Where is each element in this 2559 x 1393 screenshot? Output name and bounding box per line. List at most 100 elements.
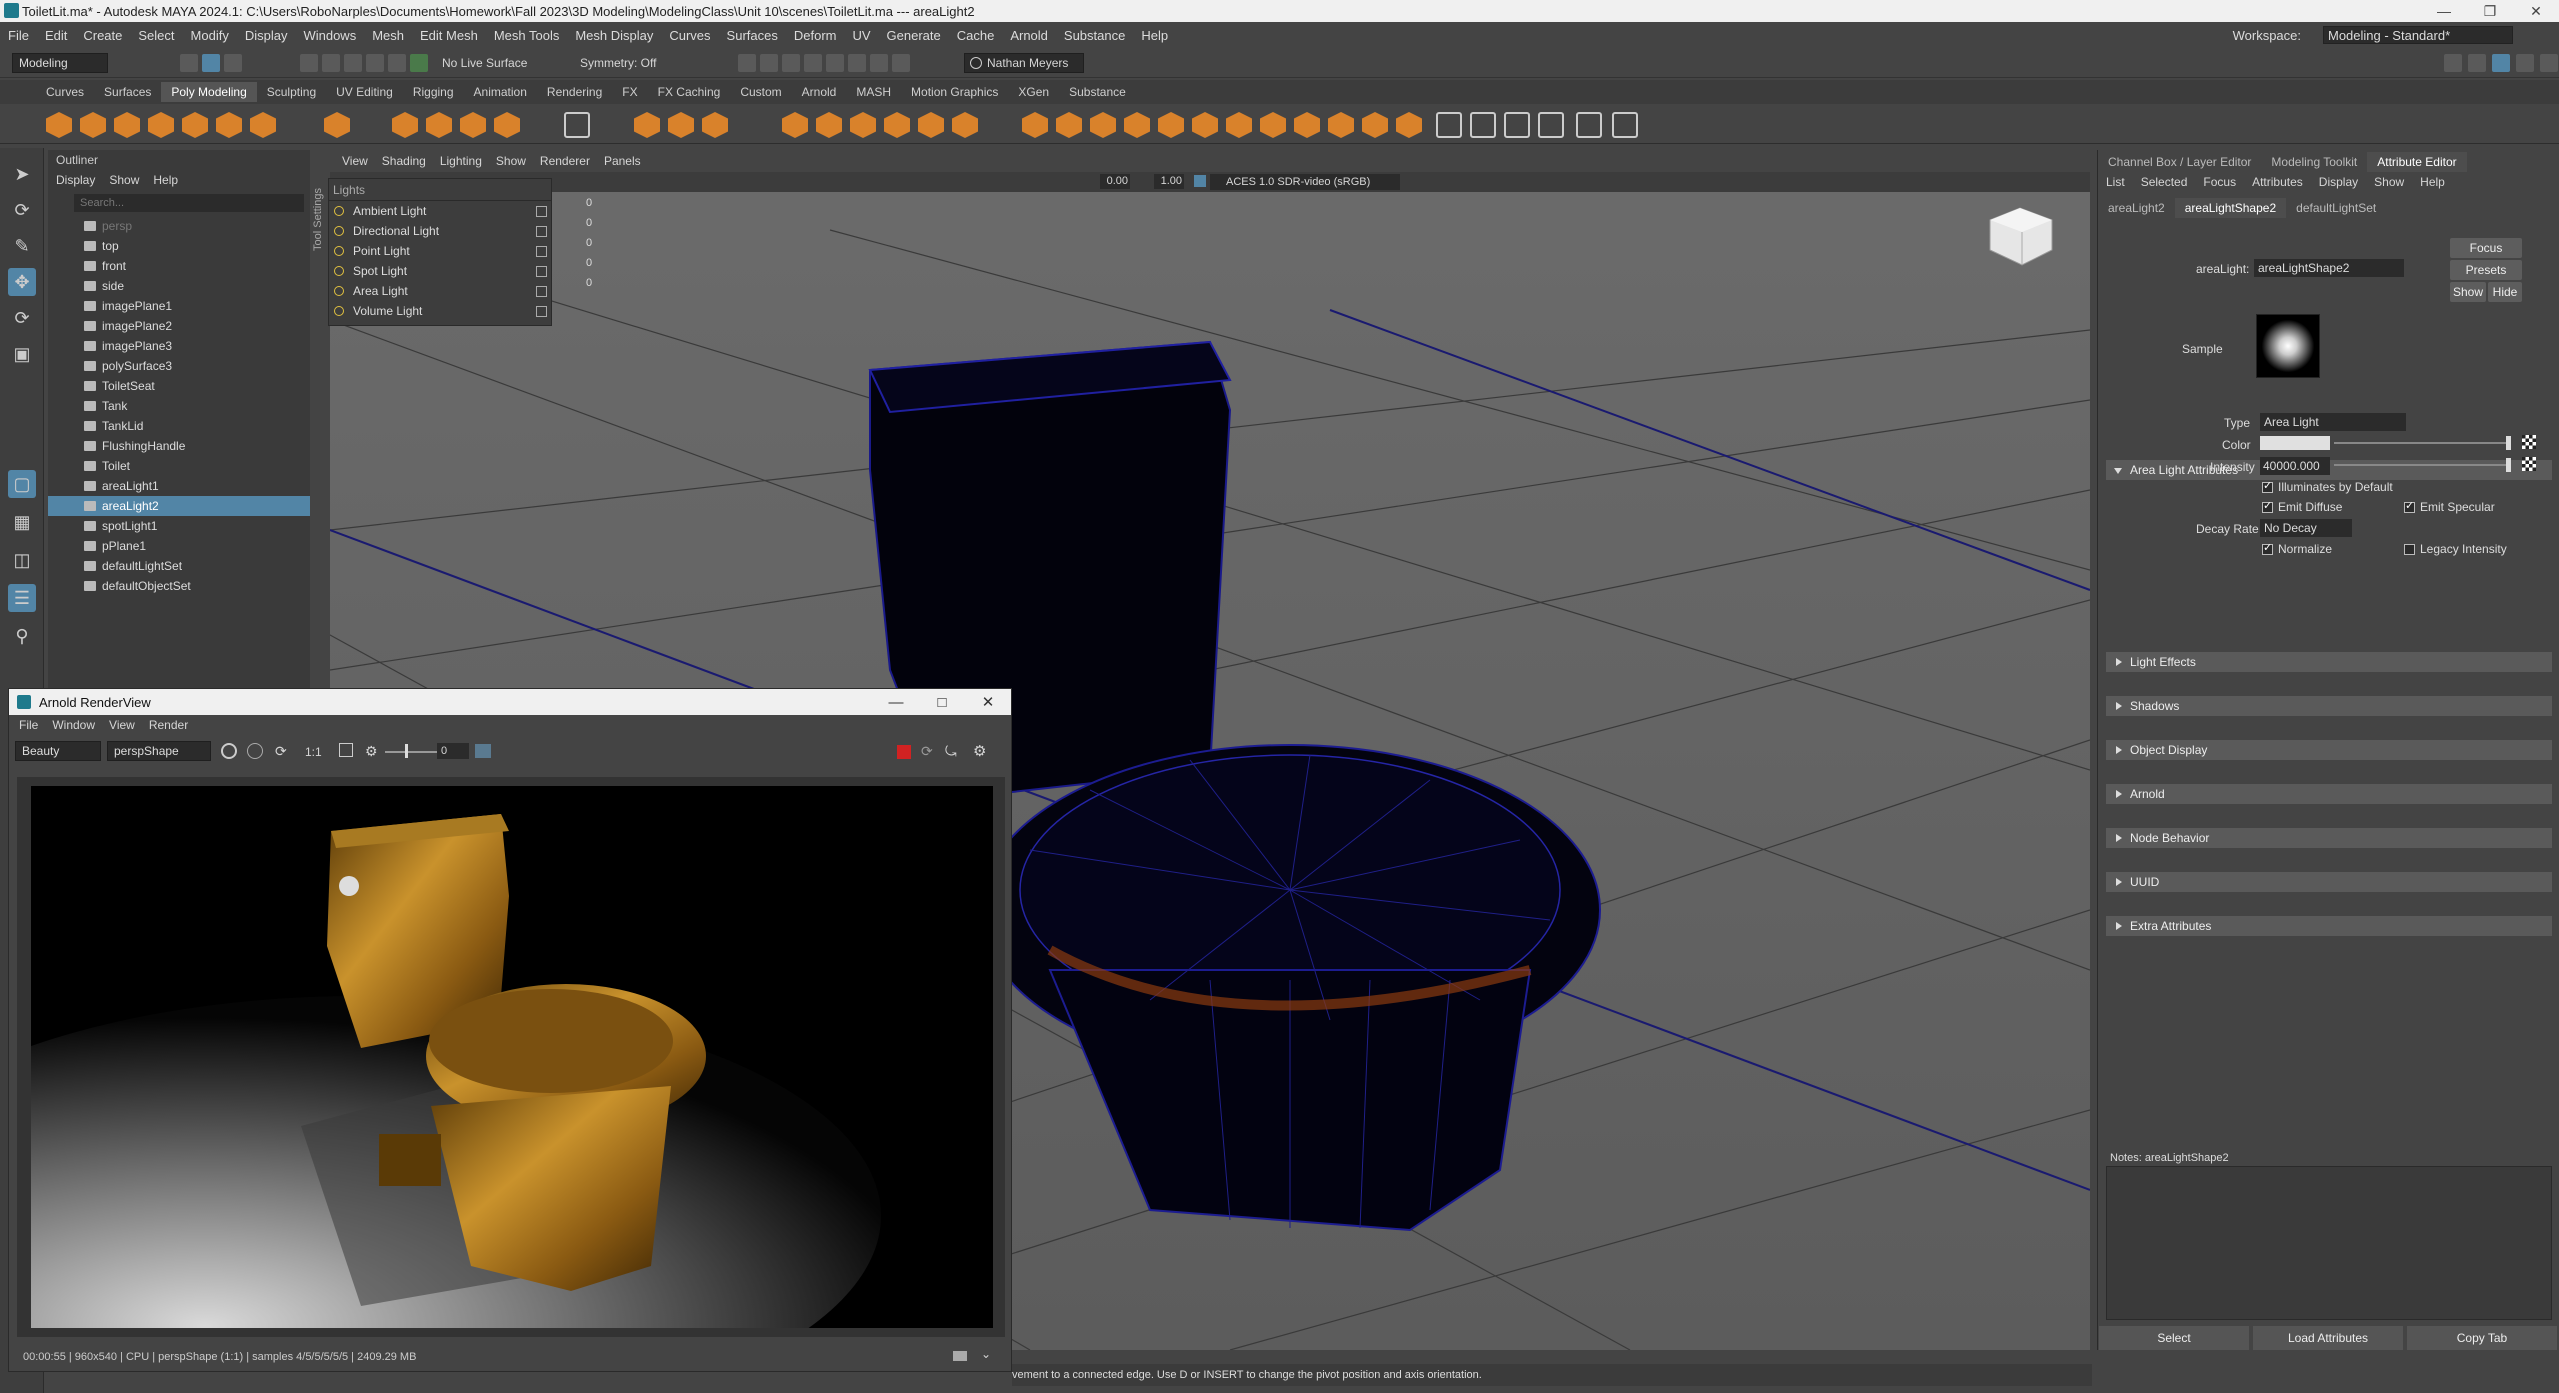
outliner-item[interactable]: areaLight1	[48, 476, 310, 496]
shelf-tab-fx[interactable]: FX	[612, 82, 647, 102]
tab-attribute-editor[interactable]: Attribute Editor	[2367, 152, 2467, 172]
mode-dropdown[interactable]: Modeling	[12, 53, 108, 73]
outliner-item[interactable]: imagePlane2	[48, 316, 310, 336]
separate-icon[interactable]	[426, 112, 452, 138]
user-account-button[interactable]: Nathan Meyers	[964, 53, 1084, 73]
freeze-transform-icon[interactable]	[1612, 112, 1638, 138]
ipr-render-icon[interactable]	[760, 54, 778, 72]
reduce-icon[interactable]	[668, 112, 694, 138]
lasso-tool-icon[interactable]: ⟳	[8, 196, 36, 224]
poke-icon[interactable]	[1328, 112, 1354, 138]
shelf-tab-sculpting[interactable]: Sculpting	[257, 82, 326, 102]
maximize-icon[interactable]: ❐	[2467, 0, 2513, 22]
color-slider[interactable]	[2334, 442, 2510, 444]
mirror-icon[interactable]	[564, 112, 590, 138]
light-checkbox[interactable]	[536, 226, 547, 237]
menu-arnold[interactable]: Arnold	[1010, 28, 1048, 43]
symmetry-dropdown[interactable]: Symmetry: Off	[580, 56, 656, 70]
smooth-icon[interactable]	[634, 112, 660, 138]
ae-menu-show[interactable]: Show	[2374, 172, 2404, 192]
poly-cylinder-icon[interactable]	[114, 112, 140, 138]
tab-channel-box[interactable]: Channel Box / Layer Editor	[2098, 152, 2261, 172]
tool-settings-tab[interactable]: Tool Settings	[312, 160, 328, 280]
shelf-tab-mash[interactable]: MASH	[846, 82, 901, 102]
render-image[interactable]	[31, 786, 993, 1328]
menu-mesh[interactable]: Mesh	[372, 28, 404, 43]
layout-toolbox-icon[interactable]	[2516, 54, 2534, 72]
light-checkbox[interactable]	[536, 246, 547, 257]
outliner-item[interactable]: areaLight2	[48, 496, 310, 516]
type-dropdown[interactable]: Area Light	[2260, 413, 2406, 431]
ae-menu-display[interactable]: Display	[2319, 172, 2358, 192]
color-slider-handle[interactable]	[2506, 436, 2511, 450]
menu-edit[interactable]: Edit	[45, 28, 67, 43]
poly-sphere-icon[interactable]	[46, 112, 72, 138]
history-icon[interactable]	[1576, 112, 1602, 138]
single-view-icon[interactable]: ▢	[8, 470, 36, 498]
section-extra-attributes[interactable]: Extra Attributes	[2106, 916, 2552, 936]
close-icon[interactable]: ✕	[2513, 0, 2559, 22]
offset-loop-icon[interactable]	[1124, 112, 1150, 138]
outliner-search-input[interactable]: Search...	[74, 194, 304, 212]
shelf-tab-custom[interactable]: Custom	[730, 82, 791, 102]
viewport-menu-panels[interactable]: Panels	[604, 154, 641, 168]
refresh-render-icon[interactable]: ⟳	[921, 743, 933, 760]
outliner-item[interactable]: imagePlane3	[48, 336, 310, 356]
viewport-menu-renderer[interactable]: Renderer	[540, 154, 590, 168]
menu-modify[interactable]: Modify	[191, 28, 229, 43]
notes-textarea[interactable]	[2106, 1166, 2552, 1320]
save-image-icon[interactable]	[953, 1351, 967, 1361]
viewport-menu-shading[interactable]: Shading	[382, 154, 426, 168]
illuminates-default-checkbox[interactable]: Illuminates by Default	[2262, 479, 2393, 494]
select-object-icon[interactable]	[202, 54, 220, 72]
section-shadows[interactable]: Shadows	[2106, 696, 2552, 716]
outliner-item[interactable]: ToiletSeat	[48, 376, 310, 396]
decay-rate-dropdown[interactable]: No Decay	[2260, 519, 2352, 537]
arnold-pause-icon[interactable]	[892, 54, 910, 72]
select-hierarchy-icon[interactable]	[180, 54, 198, 72]
outliner-item[interactable]: defaultLightSet	[48, 556, 310, 576]
extrude-icon[interactable]	[782, 112, 808, 138]
intensity-slider-handle[interactable]	[2506, 458, 2511, 472]
ae-menu-selected[interactable]: Selected	[2141, 172, 2188, 192]
snap-to-icon[interactable]	[1396, 112, 1422, 138]
intensity-slider[interactable]	[2334, 464, 2510, 466]
show-button[interactable]: Show	[2450, 282, 2486, 302]
hide-button[interactable]: Hide	[2488, 282, 2522, 302]
node-name-field[interactable]: areaLightShape2	[2254, 259, 2404, 277]
arnold-play-icon[interactable]	[870, 54, 888, 72]
snap-point-icon[interactable]	[344, 54, 362, 72]
snap-vertex-icon[interactable]	[410, 54, 428, 72]
extract-icon[interactable]	[702, 112, 728, 138]
sculpt-tool-icon[interactable]	[1436, 112, 1462, 138]
outliner-layout-icon[interactable]: ☰	[8, 584, 36, 612]
snap-curve-icon[interactable]	[322, 54, 340, 72]
poly-cone-icon[interactable]	[148, 112, 174, 138]
ae-menu-list[interactable]: List	[2106, 172, 2125, 192]
outliner-menu-show[interactable]: Show	[109, 170, 139, 190]
outliner-item[interactable]: TankLid	[48, 416, 310, 436]
outliner-item[interactable]: imagePlane1	[48, 296, 310, 316]
ocio-icon[interactable]	[475, 744, 491, 758]
viewport-menu-lighting[interactable]: Lighting	[440, 154, 482, 168]
two-view-icon[interactable]: ◫	[8, 546, 36, 574]
slide-edge-icon[interactable]	[1226, 112, 1252, 138]
four-view-icon[interactable]: ▦	[8, 508, 36, 536]
scale-tool-icon[interactable]: ▣	[8, 340, 36, 368]
outliner-item[interactable]: pPlane1	[48, 536, 310, 556]
menu-mesh-display[interactable]: Mesh Display	[575, 28, 653, 43]
camera-dropdown[interactable]: perspShape	[107, 741, 211, 761]
menu-display[interactable]: Display	[245, 28, 288, 43]
renderview-settings-icon[interactable]: ⚙	[973, 742, 986, 760]
menu-surfaces[interactable]: Surfaces	[727, 28, 778, 43]
gamma-field[interactable]: 1.00	[1154, 174, 1184, 189]
shelf-tab-rendering[interactable]: Rendering	[537, 82, 612, 102]
shelf-tab-xgen[interactable]: XGen	[1008, 82, 1059, 102]
stop-render-icon[interactable]	[897, 745, 911, 759]
light-checkbox[interactable]	[536, 266, 547, 277]
renderview-minimize-icon[interactable]: —	[873, 689, 919, 715]
light-checkbox[interactable]	[536, 206, 547, 217]
layout-attribute-icon[interactable]	[2492, 54, 2510, 72]
outliner-item[interactable]: defaultObjectSet	[48, 576, 310, 596]
bool-union-icon[interactable]	[1022, 112, 1048, 138]
